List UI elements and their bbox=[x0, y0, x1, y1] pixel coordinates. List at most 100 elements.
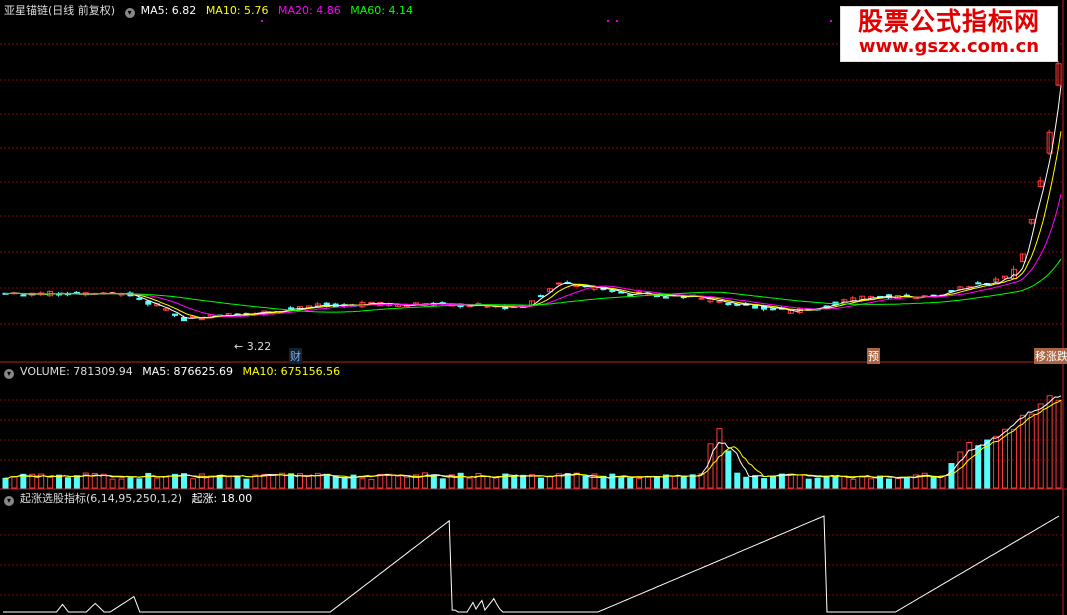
candle-body bbox=[537, 295, 544, 298]
candle-body bbox=[752, 305, 759, 309]
volume-ma5-label: MA5: 876625.69 bbox=[142, 365, 233, 378]
volume-bar bbox=[850, 478, 857, 489]
volume-bar bbox=[796, 474, 803, 489]
volume-bar bbox=[127, 477, 134, 489]
volume-bar bbox=[1037, 403, 1044, 489]
candle-body bbox=[975, 282, 982, 285]
candle-body bbox=[484, 305, 491, 308]
indicator-panel-header: ▾ 起涨选股指标(6,14,95,250,1,2) 起涨: 18.00 bbox=[4, 491, 258, 507]
volume-bar bbox=[163, 476, 170, 489]
volume-bar bbox=[993, 435, 1000, 489]
volume-bar bbox=[189, 478, 196, 489]
volume-bar bbox=[1028, 413, 1035, 489]
candle-body bbox=[288, 307, 295, 310]
volume-bar bbox=[930, 476, 937, 489]
volume-bar bbox=[653, 476, 660, 489]
volume-bar bbox=[1046, 395, 1053, 489]
candle-body bbox=[609, 289, 616, 292]
volume-ma5-line bbox=[5, 395, 1062, 479]
volume-bar bbox=[386, 473, 393, 489]
low-price-annotation: ← 3.22 bbox=[234, 340, 272, 353]
volume-bar bbox=[368, 478, 375, 489]
candle-body bbox=[725, 302, 732, 306]
volume-bar bbox=[636, 478, 643, 489]
volume-bar bbox=[118, 478, 125, 489]
indicator-value: 起涨: 18.00 bbox=[191, 492, 253, 505]
volume-bar bbox=[814, 477, 821, 489]
volume-bar bbox=[537, 477, 544, 489]
volume-bar bbox=[2, 477, 9, 489]
chart-mode: (日线 前复权) bbox=[48, 4, 116, 17]
volume-bar bbox=[1055, 399, 1062, 489]
volume-bar bbox=[725, 450, 732, 489]
watermark-logo: 股票公式指标网 www.gszx.com.cn bbox=[840, 6, 1058, 62]
volume-bar bbox=[341, 477, 348, 489]
volume-bar bbox=[377, 473, 384, 489]
volume-bar bbox=[734, 472, 741, 489]
ma20-line bbox=[4, 193, 1062, 318]
volume-bar bbox=[689, 474, 696, 489]
candle-body bbox=[145, 300, 152, 305]
volume-bar bbox=[439, 478, 446, 489]
volume-bar bbox=[136, 478, 143, 489]
volume-bar bbox=[154, 477, 161, 489]
ma60-label: MA60: 4.14 bbox=[350, 4, 413, 17]
volume-bar bbox=[457, 472, 464, 489]
candle-body bbox=[769, 308, 776, 311]
volume-bar bbox=[769, 476, 776, 489]
volume-bar bbox=[966, 441, 973, 489]
volume-bar bbox=[761, 478, 768, 489]
indicator-line bbox=[3, 515, 1060, 613]
right-edge-marker[interactable]: 移涨跌 bbox=[1034, 348, 1067, 364]
volume-bar bbox=[903, 477, 910, 489]
settings-dot-icon[interactable]: ▾ bbox=[124, 8, 135, 18]
volume-bar bbox=[618, 477, 625, 489]
volume-bar bbox=[680, 476, 687, 489]
ma20-label: MA20: 4.86 bbox=[278, 4, 341, 17]
volume-bar bbox=[743, 476, 750, 489]
volume-bar bbox=[484, 475, 491, 489]
volume-bar bbox=[823, 475, 830, 489]
forecast-marker[interactable]: 预 bbox=[867, 348, 880, 364]
candle-body bbox=[555, 282, 562, 285]
volume-bar bbox=[56, 474, 63, 489]
candle-body bbox=[716, 300, 723, 303]
candle-body bbox=[172, 313, 179, 316]
volume-bar bbox=[64, 477, 71, 489]
volume-panel-header: ▾ VOLUME: 781309.94 MA5: 876625.69 MA10: … bbox=[4, 364, 346, 380]
volume-ma10-line bbox=[5, 399, 1062, 479]
financial-report-marker[interactable]: 财 bbox=[289, 348, 302, 364]
volume-bar bbox=[270, 474, 277, 489]
volume-bar bbox=[323, 473, 330, 489]
volume-bar bbox=[207, 475, 214, 489]
volume-bar bbox=[546, 476, 553, 489]
candle-body bbox=[20, 294, 27, 297]
indicator-label: 起涨选股指标(6,14,95,250,1,2) bbox=[20, 492, 183, 505]
volume-bar bbox=[430, 474, 437, 489]
volume-bar bbox=[511, 475, 518, 489]
volume-bar bbox=[600, 475, 607, 489]
volume-bar bbox=[1019, 414, 1026, 489]
stock-name: 亚星锚链 bbox=[4, 4, 48, 17]
ma10-label: MA10: 5.76 bbox=[205, 4, 269, 17]
volume-bar bbox=[47, 476, 54, 489]
volume-bar bbox=[894, 477, 901, 489]
volume-settings-icon[interactable]: ▾ bbox=[4, 369, 14, 379]
ma10-line bbox=[4, 131, 1062, 319]
ma5-label: MA5: 6.82 bbox=[140, 4, 197, 17]
candle-body bbox=[573, 284, 580, 287]
indicator-settings-icon[interactable]: ▾ bbox=[4, 496, 14, 506]
volume-bar bbox=[225, 476, 232, 489]
main-panel-header: 亚星锚链(日线 前复权) ▾ MA5: 6.82 MA10: 5.76 MA20:… bbox=[4, 3, 419, 19]
signal-dot bbox=[261, 20, 263, 22]
volume-bar bbox=[395, 475, 402, 489]
volume-bar bbox=[305, 476, 312, 489]
signal-dot bbox=[607, 20, 609, 22]
volume-bar bbox=[216, 475, 223, 489]
volume-bar bbox=[707, 443, 714, 489]
volume-bar bbox=[885, 478, 892, 489]
kline-chart-canvas[interactable] bbox=[0, 0, 1067, 615]
volume-bar bbox=[234, 476, 241, 489]
volume-bar bbox=[948, 463, 955, 489]
candle-body bbox=[189, 316, 196, 319]
